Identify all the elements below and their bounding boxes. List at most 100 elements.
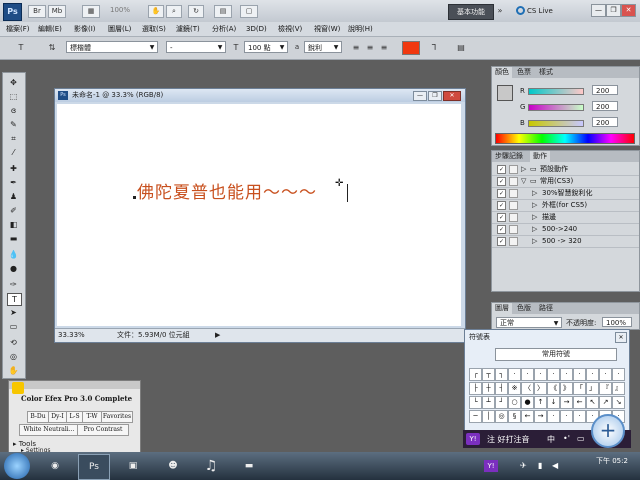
symbol-cell[interactable]: └ <box>469 396 482 409</box>
menu-image[interactable]: 影像(I) <box>74 22 96 36</box>
plugin-header[interactable] <box>9 381 140 389</box>
brush-tool-icon[interactable]: ✒ <box>7 177 20 188</box>
antialias-select[interactable]: 銳利 ▼ <box>304 41 342 53</box>
tab-layers[interactable]: 圖層 <box>492 303 512 314</box>
pen-tool-icon[interactable]: ✑ <box>7 279 20 290</box>
bridge-icon[interactable]: Br <box>28 5 46 18</box>
ime-mode-toggle[interactable]: 中 <box>547 434 555 445</box>
explorer-folder-icon[interactable]: ▬ <box>234 454 264 478</box>
align-center-icon[interactable]: ≡ <box>364 41 376 54</box>
opacity-field[interactable]: 100% <box>602 317 632 327</box>
b-slider[interactable] <box>528 120 584 127</box>
expand-arrow-icon[interactable]: ▷ <box>532 212 537 222</box>
filter-button[interactable]: T-W <box>82 411 102 423</box>
align-left-icon[interactable]: ≡ <box>350 41 362 54</box>
menu-filter[interactable]: 濾鏡(T) <box>176 22 200 36</box>
path-select-tool-icon[interactable]: ➤ <box>7 307 20 318</box>
symbol-cell[interactable]: ┘ <box>495 396 508 409</box>
warp-text-icon[interactable]: ⅂ <box>428 41 440 54</box>
cs-live-button[interactable]: CS Live <box>516 5 574 17</box>
list-item[interactable]: ✓ ▷ 500 -> 320 <box>492 235 639 248</box>
symbol-cell[interactable]: ┼ <box>482 382 495 395</box>
tray-volume-icon[interactable]: ◀ <box>552 461 558 470</box>
3d-rotate-tool-icon[interactable]: ⟲ <box>7 337 20 348</box>
eraser-tool-icon[interactable]: ◧ <box>7 219 20 230</box>
workspace-button[interactable]: 基本功能 <box>448 4 494 20</box>
filter-button[interactable]: B-Du <box>27 411 49 423</box>
filter-button[interactable]: L-S <box>66 411 83 423</box>
font-style-select[interactable]: - ▼ <box>166 41 226 53</box>
checkbox-icon[interactable]: ✓ <box>497 237 506 246</box>
filter-button[interactable]: White Neutrali... <box>19 424 79 436</box>
ime-method-label[interactable]: 注 好打注音 <box>487 434 530 445</box>
symbol-cell[interactable]: ─ <box>469 410 482 423</box>
tab-color[interactable]: 顏色 <box>492 67 512 78</box>
symbol-cell[interactable]: ↘ <box>612 396 625 409</box>
lasso-tool-icon[interactable]: ɞ <box>7 105 20 116</box>
character-panel-icon[interactable]: ▤ <box>454 41 468 54</box>
symbol-cell[interactable]: · <box>612 368 625 381</box>
checkbox-icon[interactable]: ✓ <box>497 201 506 210</box>
tab-paths[interactable]: 路徑 <box>536 303 556 314</box>
dialog-toggle[interactable] <box>509 213 518 222</box>
messenger-icon[interactable]: ☻ <box>158 454 188 478</box>
screen-mode-icon[interactable]: ▢ <box>240 5 258 18</box>
symbol-cell[interactable]: ┌ <box>469 368 482 381</box>
tray-network-icon[interactable]: ▮ <box>538 461 542 470</box>
blur-tool-icon[interactable]: 💧 <box>7 249 20 260</box>
tray-yahoo-icon[interactable]: Y! <box>484 460 498 472</box>
marquee-tool-icon[interactable]: ⬚ <box>7 91 20 102</box>
symbol-cell[interactable]: ┤ <box>495 382 508 395</box>
symbol-cell[interactable]: 」 <box>586 382 599 395</box>
symbol-cell[interactable]: · <box>547 368 560 381</box>
music-player-icon[interactable]: ♫ <box>196 454 226 478</box>
filter-button[interactable]: Dy-I <box>48 411 67 423</box>
symbol-cell[interactable]: 』 <box>612 382 625 395</box>
expand-arrow-icon[interactable]: ▷ <box>532 236 537 246</box>
ime-keyboard-icon[interactable]: ▭ <box>577 434 585 443</box>
doc-minimize-button[interactable]: — <box>413 91 427 101</box>
symbol-cell[interactable]: │ <box>482 410 495 423</box>
checkbox-icon[interactable]: ✓ <box>497 213 506 222</box>
dialog-toggle[interactable] <box>509 237 518 246</box>
symbol-cell[interactable]: ● <box>521 396 534 409</box>
ime-punctuation-icon[interactable]: •' <box>563 434 570 443</box>
type-tool-icon[interactable]: T <box>7 293 22 306</box>
canvas[interactable]: 佛陀夏普也能用～～～ ✛ <box>57 104 461 326</box>
tab-swatches[interactable]: 色票 <box>514 67 534 78</box>
symbol-close-button[interactable]: ✕ <box>615 332 627 343</box>
symbol-cell[interactable]: 「 <box>573 382 586 395</box>
zoom-level[interactable]: 100% <box>110 6 130 14</box>
minibridge-icon[interactable]: Mb <box>48 5 66 18</box>
3d-orbit-tool-icon[interactable]: ◎ <box>7 351 20 362</box>
rotate-view-icon[interactable]: ↻ <box>188 5 204 18</box>
symbol-cell[interactable]: 》 <box>560 382 573 395</box>
clone-stamp-tool-icon[interactable]: ♟ <box>7 191 20 202</box>
hand-icon[interactable]: ✋ <box>148 5 164 18</box>
crop-tool-icon[interactable]: ⌗ <box>7 133 20 144</box>
font-size-select[interactable]: 100 點 ▼ <box>244 41 288 53</box>
symbol-cell[interactable]: ┬ <box>482 368 495 381</box>
view-extras-icon[interactable]: ▦ <box>82 5 100 18</box>
doc-close-button[interactable]: ✕ <box>443 91 461 101</box>
quick-select-tool-icon[interactable]: ✎ <box>7 119 20 130</box>
symbol-cell[interactable]: → <box>534 410 547 423</box>
g-value-field[interactable]: 200 <box>592 101 618 111</box>
healing-brush-tool-icon[interactable]: ✚ <box>7 163 20 174</box>
eyedropper-tool-icon[interactable]: ⁄ <box>7 147 20 158</box>
move-tool-icon[interactable]: ✥ <box>7 77 20 88</box>
symbol-cell[interactable]: · <box>560 368 573 381</box>
symbol-cell[interactable]: · <box>547 410 560 423</box>
media-player-icon[interactable]: ▣ <box>118 454 148 478</box>
symbol-cell[interactable]: · <box>508 368 521 381</box>
menu-edit[interactable]: 編輯(E) <box>38 22 62 36</box>
restore-button[interactable]: ❐ <box>606 4 621 17</box>
expand-arrow-icon[interactable]: ▷ <box>521 164 526 174</box>
checkbox-icon[interactable]: ✓ <box>497 177 506 186</box>
zoom-magnifier-icon[interactable]: + <box>591 414 625 448</box>
dialog-toggle[interactable] <box>509 201 518 210</box>
symbol-cell[interactable]: · <box>599 368 612 381</box>
zoom-field[interactable]: 33.33% <box>58 329 85 342</box>
dialog-toggle[interactable] <box>509 189 518 198</box>
shape-tool-icon[interactable]: ▭ <box>7 321 20 332</box>
